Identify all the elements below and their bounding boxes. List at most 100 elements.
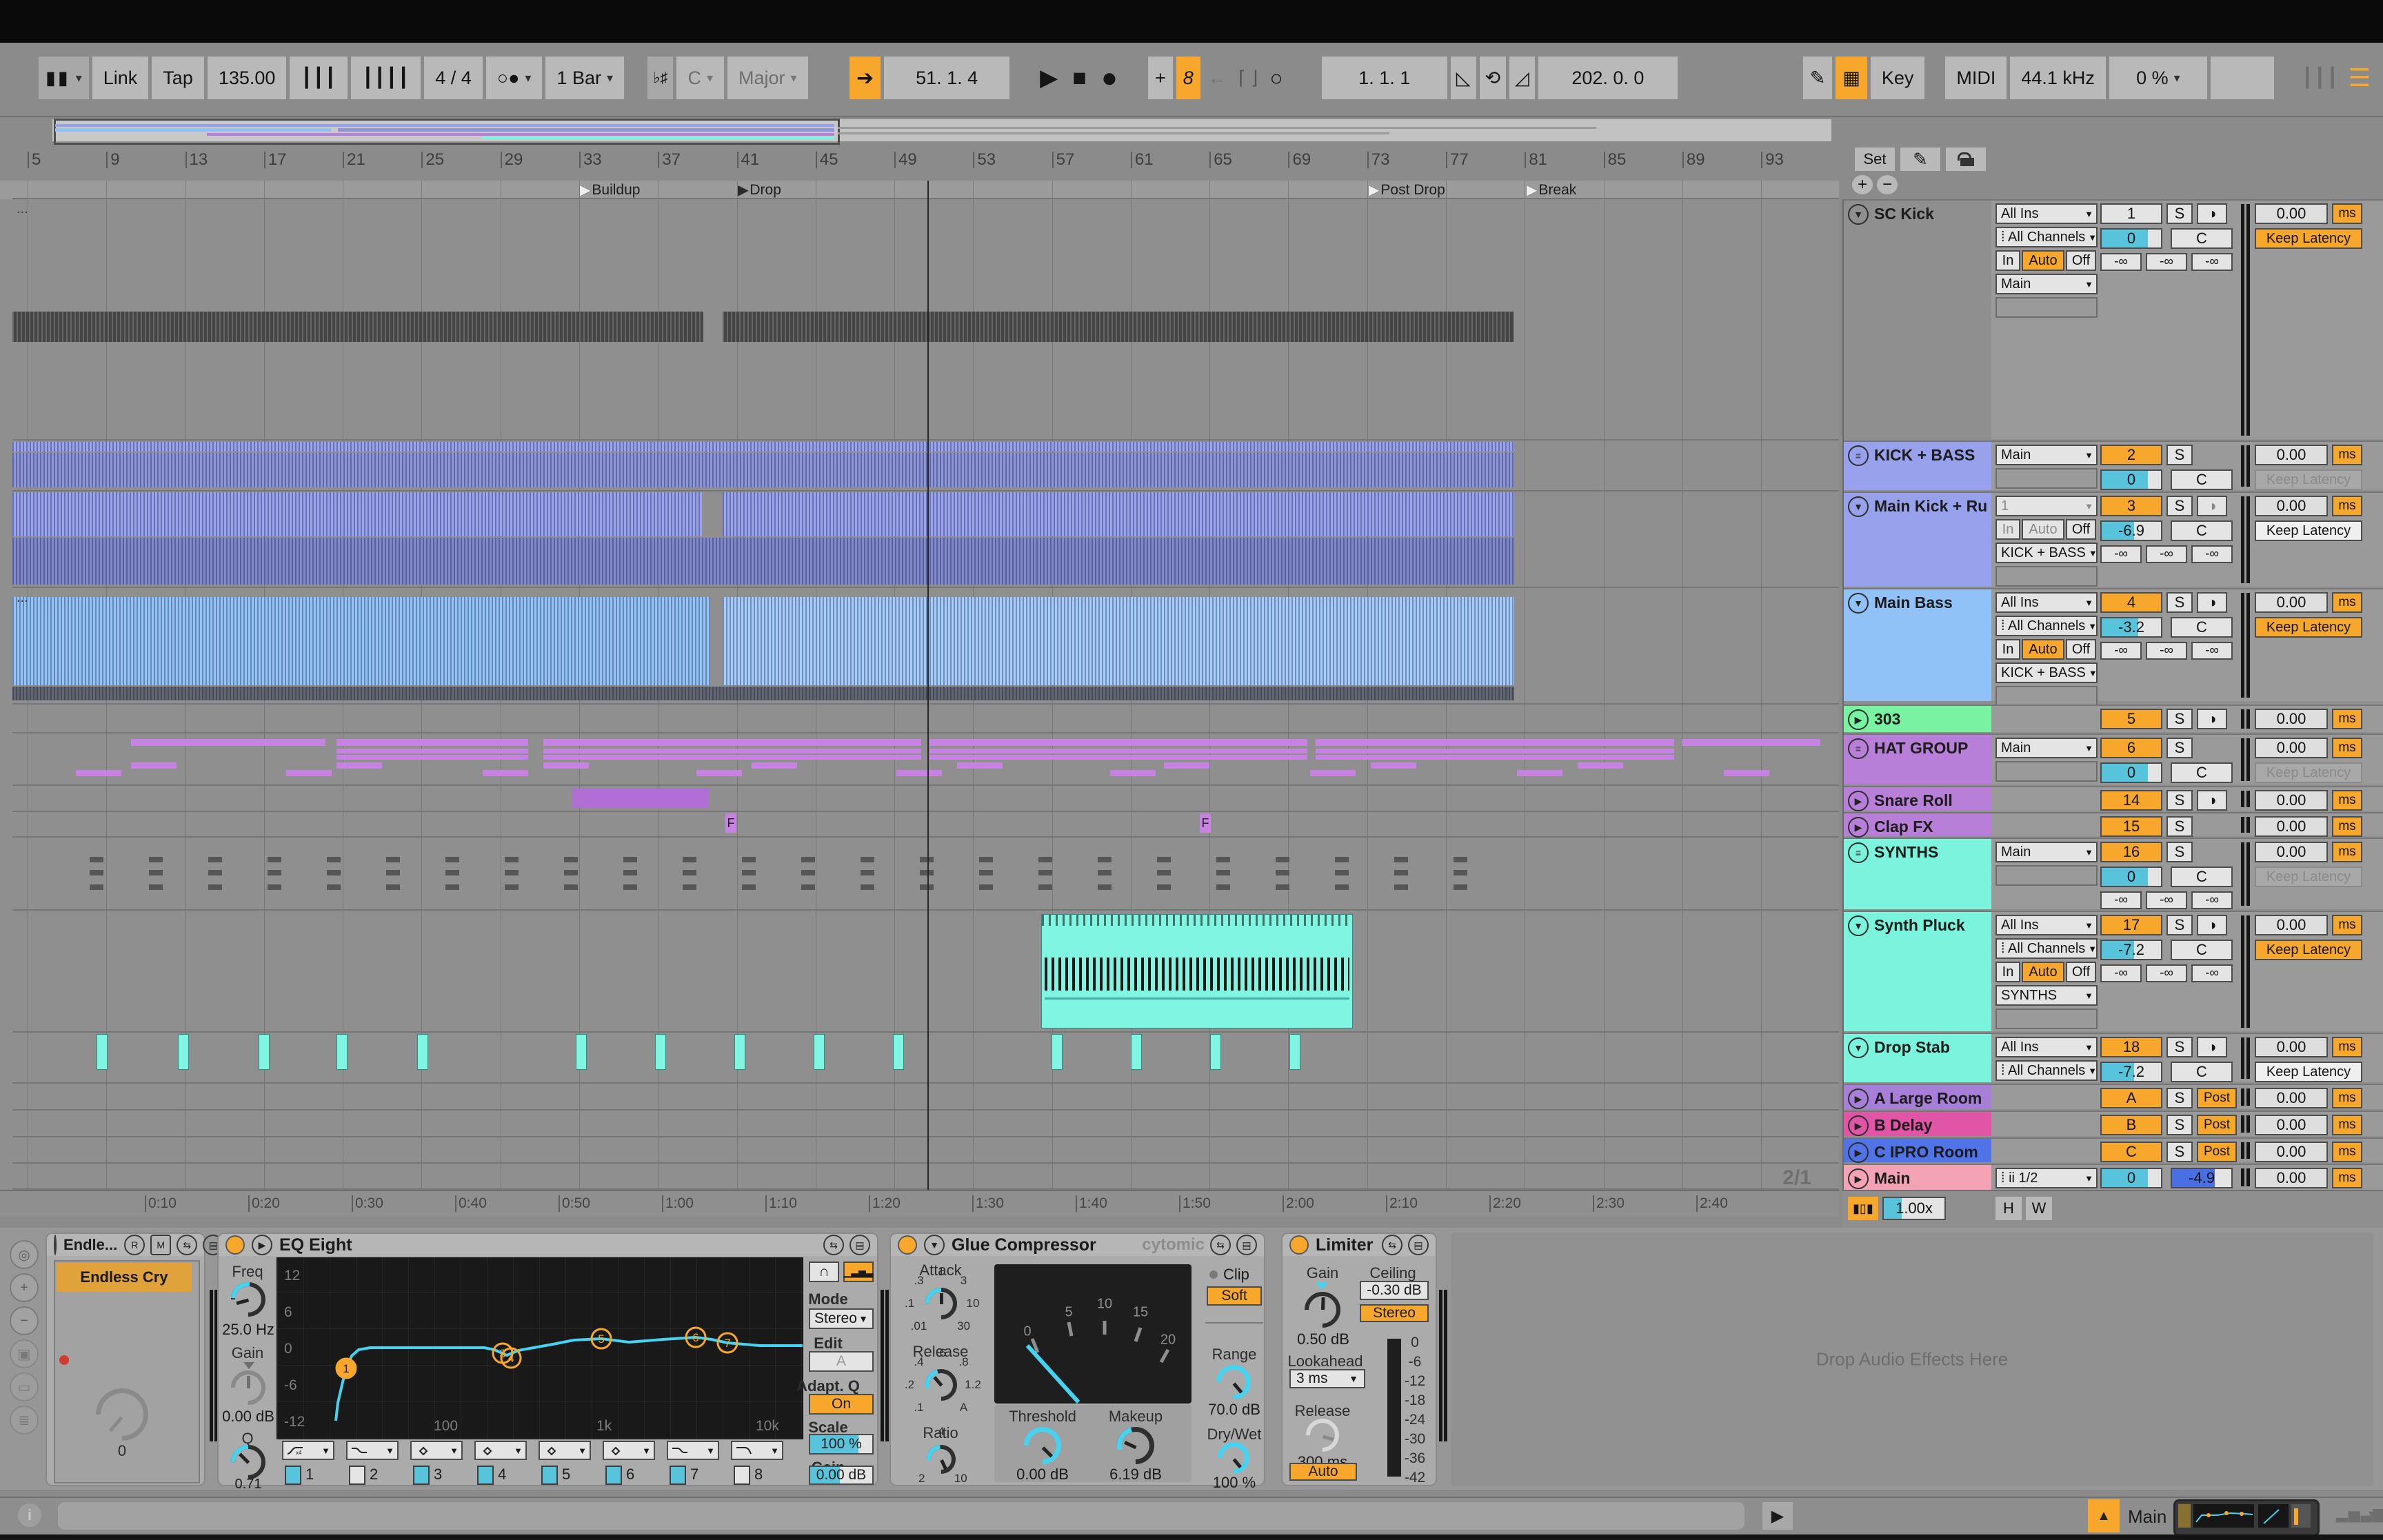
hat-note[interactable] bbox=[1578, 762, 1623, 769]
device-activator-led[interactable] bbox=[1289, 1235, 1309, 1255]
main-cue-volume-field[interactable]: -4.9 bbox=[2171, 1168, 2233, 1188]
hat-note[interactable] bbox=[696, 770, 742, 776]
hat-clip[interactable] bbox=[131, 739, 325, 746]
volume-field[interactable]: -6.9 bbox=[2100, 520, 2162, 541]
m-button[interactable]: M bbox=[150, 1235, 171, 1255]
eq-band-toggle[interactable] bbox=[734, 1466, 750, 1485]
io-selector[interactable]: ⁞ All Channels▼ bbox=[1995, 1060, 2098, 1081]
io-selector[interactable]: All Ins▼ bbox=[1995, 203, 2098, 224]
clip[interactable] bbox=[12, 312, 703, 342]
delay-ms-toggle[interactable]: ms bbox=[2332, 496, 2362, 516]
pre-post-toggle[interactable]: Post bbox=[2197, 1115, 2237, 1135]
pan-field[interactable]: C bbox=[2171, 940, 2233, 960]
eq-band-type-selector[interactable]: ▼ bbox=[539, 1441, 591, 1460]
hat-clip[interactable] bbox=[336, 739, 528, 746]
hot-swap-icon[interactable]: ⇆ bbox=[1210, 1235, 1231, 1255]
monitor-auto[interactable]: Auto bbox=[2022, 519, 2064, 540]
track-delay-field[interactable]: 0.00 bbox=[2255, 1037, 2328, 1057]
io-selector[interactable]: ⁞ ii 1/2▼ bbox=[1995, 1168, 2098, 1188]
track-activator[interactable]: A bbox=[2100, 1088, 2162, 1108]
solo-button[interactable]: S bbox=[2166, 738, 2193, 758]
monitor-auto[interactable]: Auto bbox=[2022, 962, 2064, 982]
drop-stab-clip[interactable] bbox=[1289, 1034, 1300, 1070]
pan-field[interactable]: C bbox=[2171, 1062, 2233, 1082]
loop-toggle[interactable]: ⟲ bbox=[1480, 57, 1507, 99]
eq-audition-icon[interactable]: ∩ bbox=[809, 1262, 839, 1282]
hat-note[interactable] bbox=[1164, 762, 1209, 769]
reenable-automation-button[interactable]: ← bbox=[1204, 57, 1231, 99]
monitor-in[interactable]: In bbox=[1995, 962, 2020, 982]
eq-band-toggle[interactable] bbox=[541, 1466, 558, 1485]
punch-in-button[interactable]: ◺ bbox=[1451, 57, 1476, 99]
track-delay-field[interactable]: 0.00 bbox=[2255, 738, 2328, 758]
follow-button[interactable]: ➔ bbox=[849, 57, 881, 99]
track-activator[interactable]: 6 bbox=[2100, 738, 2162, 758]
pan-field[interactable]: C bbox=[2171, 469, 2233, 490]
collapse-icon[interactable]: ▶ bbox=[1848, 1115, 1869, 1136]
hot-swap-icon[interactable]: ⇆ bbox=[823, 1235, 844, 1255]
send-field[interactable]: -∞ bbox=[2100, 545, 2142, 563]
collapse-icon[interactable]: ▼ bbox=[1848, 915, 1869, 936]
time-ruler[interactable]: 2/1 0:100:200:300:400:501:001:101:201:30… bbox=[0, 1190, 1839, 1217]
glue-header[interactable]: ▼ Glue Compressor cytomic ⇆ ▤ bbox=[891, 1234, 1264, 1256]
track-delay-field[interactable]: 0.00 bbox=[2255, 842, 2328, 862]
hat-note[interactable] bbox=[286, 770, 332, 776]
clip[interactable] bbox=[12, 687, 1514, 700]
pan-field[interactable]: C bbox=[2171, 867, 2233, 887]
track-activator[interactable]: 15 bbox=[2100, 816, 2162, 837]
locator-break[interactable]: ▶Break bbox=[1527, 181, 1576, 199]
send-field[interactable]: -∞ bbox=[2146, 891, 2187, 909]
clip[interactable] bbox=[12, 597, 710, 685]
clip-activator-icon[interactable] bbox=[54, 1235, 57, 1255]
track-activator[interactable]: 17 bbox=[2100, 915, 2162, 935]
group-icon[interactable]: ≡ bbox=[1848, 445, 1869, 466]
send-field[interactable]: -∞ bbox=[2191, 642, 2233, 660]
io-selector[interactable]: ⁞ All Channels▼ bbox=[1995, 938, 2098, 959]
monitor-off[interactable]: Off bbox=[2066, 639, 2096, 660]
track-delay-field[interactable]: 0.00 bbox=[2255, 1142, 2328, 1162]
punch-region-icon[interactable]: ⌈ ⌋ bbox=[1234, 57, 1263, 99]
eq-band-toggle[interactable] bbox=[477, 1466, 494, 1485]
eq-scale-field[interactable]: 100 % bbox=[809, 1434, 874, 1455]
track-activator[interactable]: 5 bbox=[2100, 709, 2162, 729]
drop-stab-clip[interactable] bbox=[1131, 1034, 1142, 1070]
glue-soft-clip-toggle[interactable]: Soft bbox=[1207, 1286, 1262, 1306]
hat-note[interactable] bbox=[76, 770, 121, 776]
send-field[interactable]: -∞ bbox=[2191, 545, 2233, 563]
group-icon[interactable]: ≡ bbox=[1848, 842, 1869, 863]
session-record-button[interactable]: ○ bbox=[1265, 57, 1287, 99]
hot-swap-icon[interactable]: ⇆ bbox=[1382, 1235, 1402, 1255]
io-selector[interactable]: KICK + BASS▼ bbox=[1995, 543, 2098, 563]
send-field[interactable]: -∞ bbox=[2100, 891, 2142, 909]
pan-field[interactable]: C bbox=[2171, 228, 2233, 249]
drop-stab-clip[interactable] bbox=[734, 1034, 745, 1070]
eq-freq-value[interactable]: 25.0 Hz bbox=[222, 1321, 274, 1339]
hot-swap-icon[interactable]: ⇆ bbox=[177, 1235, 197, 1255]
drop-stab-clip[interactable] bbox=[1210, 1034, 1221, 1070]
eq-band-type-selector[interactable]: ▼ bbox=[474, 1441, 527, 1460]
send-field[interactable]: -∞ bbox=[2100, 642, 2142, 660]
group-icon[interactable]: ≡ bbox=[1848, 738, 1869, 759]
track-delay-field[interactable]: 0.00 bbox=[2255, 915, 2328, 935]
clip[interactable] bbox=[723, 312, 1514, 342]
track-delay-field[interactable]: 0.00 bbox=[2255, 790, 2328, 811]
send-field[interactable]: -∞ bbox=[2191, 891, 2233, 909]
glue-threshold-knob[interactable] bbox=[1016, 1419, 1069, 1472]
eq-edit-selector[interactable]: A bbox=[809, 1351, 874, 1372]
track-name-kick-bass[interactable]: ≡KICK + BASS bbox=[1844, 442, 1991, 490]
keep-latency-toggle[interactable]: Keep Latency bbox=[2255, 1062, 2362, 1082]
hat-note[interactable] bbox=[1517, 770, 1562, 776]
hat-clip[interactable] bbox=[1316, 749, 1674, 753]
monitor-in[interactable]: In bbox=[1995, 519, 2020, 540]
limiter-stereo-toggle[interactable]: Stereo bbox=[1360, 1304, 1429, 1322]
hat-note[interactable] bbox=[1371, 762, 1416, 769]
arm-button[interactable]: ◑ bbox=[2197, 1037, 2227, 1057]
width-zoom-button[interactable]: W bbox=[2026, 1197, 2052, 1220]
volume-field[interactable]: -7.2 bbox=[2100, 1062, 2162, 1082]
drop-stab-clip[interactable] bbox=[893, 1034, 904, 1070]
automation-arm-button[interactable]: 8 bbox=[1176, 57, 1200, 99]
drop-stab-clip[interactable] bbox=[336, 1034, 348, 1070]
track-name-b-delay[interactable]: ▶B Delay bbox=[1844, 1112, 1991, 1136]
keep-latency-toggle[interactable]: Keep Latency bbox=[2255, 617, 2362, 638]
play-button[interactable]: ▶ bbox=[1034, 57, 1063, 99]
